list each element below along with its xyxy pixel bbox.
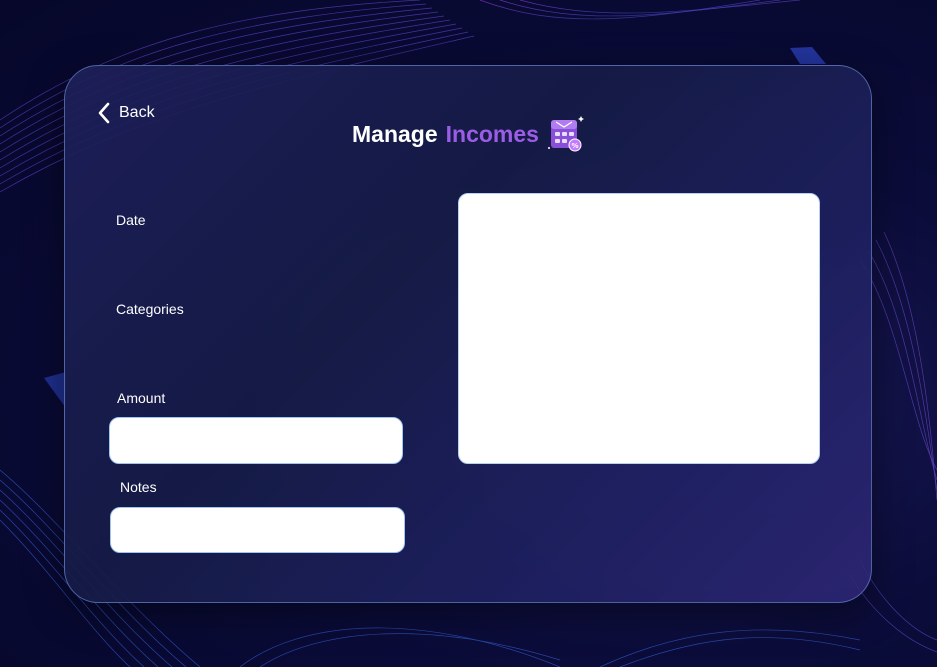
back-button[interactable]: Back [97, 100, 155, 126]
back-label: Back [119, 104, 155, 121]
calculator-icon: % [547, 116, 584, 152]
page-title: Manage Incomes % [352, 112, 585, 156]
categories-label: Categories [116, 301, 184, 317]
chevron-left-icon [98, 102, 110, 124]
date-label: Date [116, 212, 146, 228]
title-text-main: Manage [352, 120, 438, 147]
amount-input[interactable] [109, 417, 403, 464]
amount-label: Amount [117, 390, 166, 406]
notes-label: Notes [120, 479, 157, 495]
svg-text:%: % [571, 142, 578, 150]
income-preview-panel [458, 193, 820, 464]
notes-input[interactable] [110, 507, 405, 553]
title-text-accent: Incomes [445, 120, 539, 147]
